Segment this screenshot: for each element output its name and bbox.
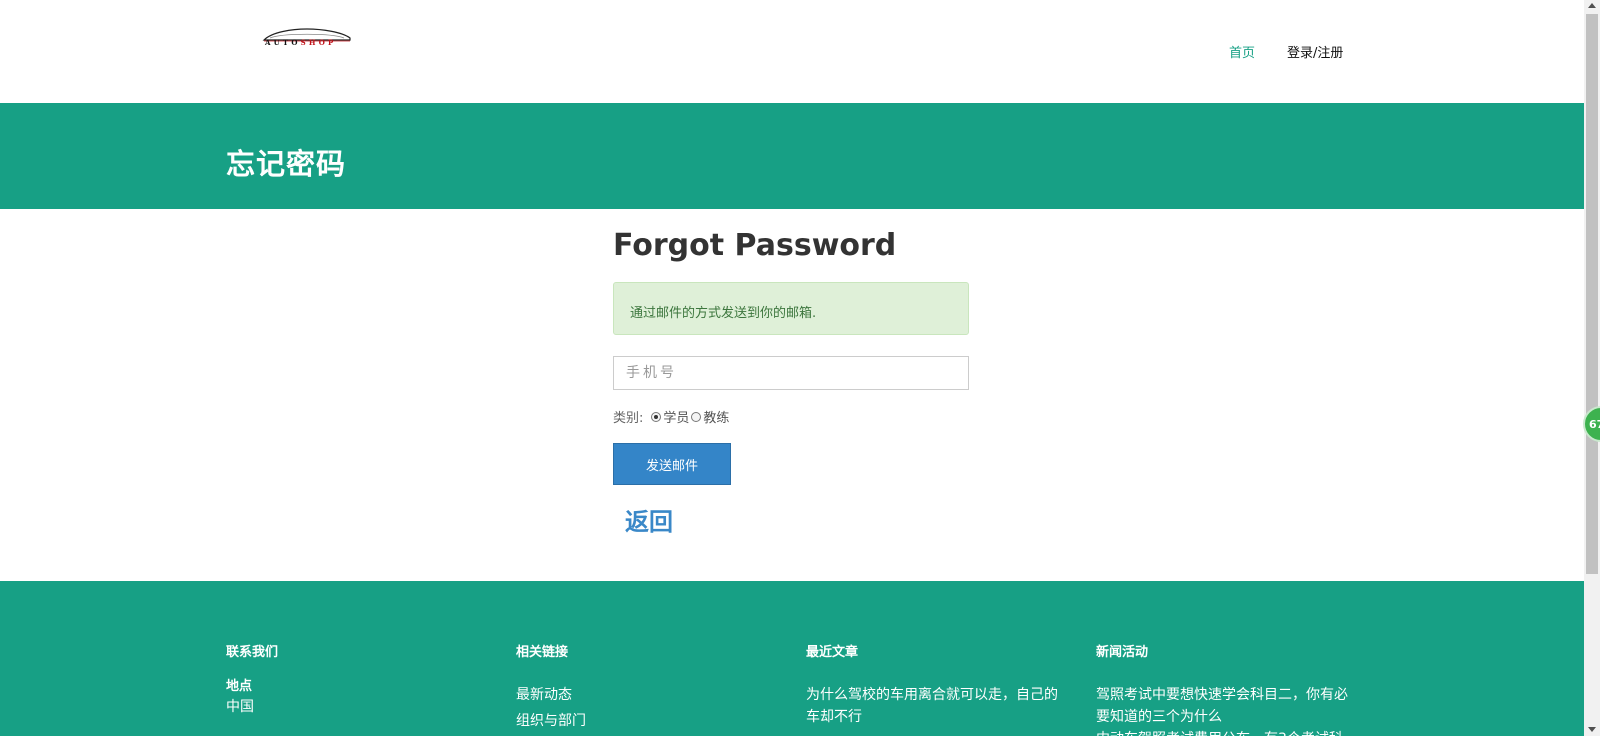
radio-coach[interactable] (691, 411, 702, 422)
logo-text: AUTOSHOP (265, 38, 337, 47)
footer-col-title: 相关链接 (516, 645, 569, 660)
footer-event-link[interactable]: 驾照考试中要想快速学会科目二，你有必要知道的三个为什么 (1096, 684, 1351, 728)
footer-col-title: 最近文章 (806, 645, 859, 660)
footer-event-link[interactable]: 内动车驾照考试费用公布，有3个考试科 (1096, 728, 1351, 736)
footer-link-org[interactable]: 组织与部门 (516, 710, 586, 732)
footer-article-link[interactable]: 为什么驾校的车用离合就可以走，自己的车却不行 (806, 684, 1061, 728)
vertical-scrollbar[interactable] (1584, 0, 1600, 736)
page-title-banner: 忘记密码 (0, 103, 1584, 209)
radio-student[interactable] (651, 411, 662, 422)
footer-col-contact: 联系我们 地点 中国 (226, 641, 278, 722)
footer-location-value: 中国 (226, 699, 254, 715)
info-alert: 通过邮件的方式发送到你的邮箱. (613, 282, 969, 335)
user-type-option-coach[interactable]: 教练 (691, 407, 729, 426)
site-footer: 联系我们 地点 中国 相关链接 最新动态 组织与部门 最近文章 为什么驾校的车用… (0, 581, 1584, 736)
footer-col-links: 相关链接 最新动态 组织与部门 (516, 641, 586, 736)
footer-col-title: 新闻活动 (1096, 645, 1149, 660)
page-title: 忘记密码 (226, 147, 347, 181)
nav-login-register-link[interactable]: 登录/注册 (1287, 42, 1343, 61)
form-heading: Forgot Password (613, 228, 897, 263)
scrollbar-thumb[interactable] (1586, 14, 1598, 574)
nav-home-link[interactable]: 首页 (1229, 42, 1255, 61)
scroll-down-arrow-icon[interactable] (1588, 727, 1596, 732)
footer-location-title: 地点 (226, 679, 253, 694)
page: AUTOSHOP 首页 登录/注册 忘记密码 Forgot Password 通… (0, 0, 1584, 736)
user-type-label: 类别: (613, 411, 644, 426)
phone-input[interactable] (613, 356, 969, 390)
footer-col-articles: 最近文章 为什么驾校的车用离合就可以走，自己的车却不行 (806, 641, 1061, 728)
scroll-up-arrow-icon[interactable] (1588, 3, 1596, 8)
footer-col-title: 联系我们 (226, 645, 279, 660)
footer-col-events: 新闻活动 驾照考试中要想快速学会科目二，你有必要知道的三个为什么 内动车驾照考试… (1096, 641, 1351, 736)
send-email-button[interactable]: 发送邮件 (613, 443, 731, 485)
user-type-option-student[interactable]: 学员 (651, 407, 689, 426)
site-header: AUTOSHOP 首页 登录/注册 (0, 0, 1584, 103)
back-link[interactable]: 返回 (625, 502, 673, 537)
footer-link-news[interactable]: 最新动态 (516, 684, 586, 706)
user-type-group: 类别: 学员 教练 (613, 407, 731, 426)
